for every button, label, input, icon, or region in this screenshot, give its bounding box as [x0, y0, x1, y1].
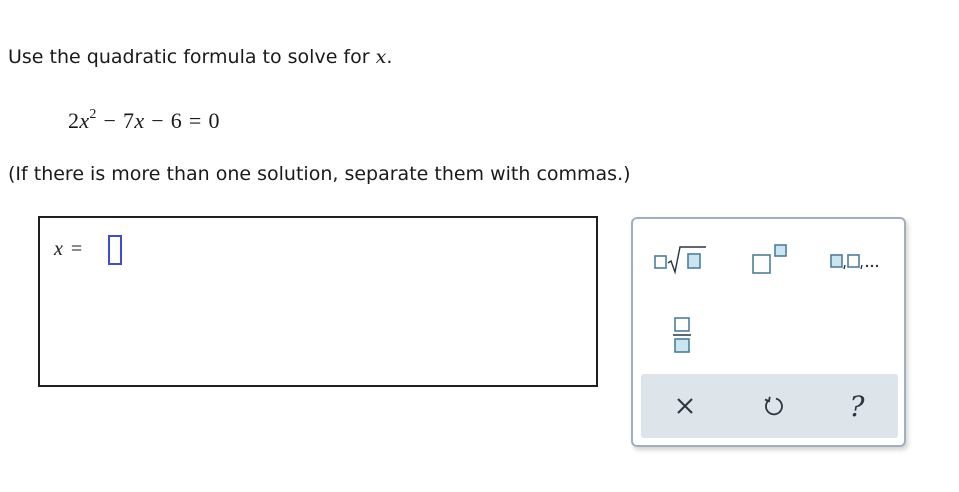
instruction-variable: x — [375, 46, 387, 68]
equation-variable: x — [134, 108, 145, 133]
palette-action-bar: ? — [641, 374, 898, 438]
answer-variable: x — [54, 238, 63, 260]
right-hand-side: 0 — [208, 108, 220, 133]
answer-equals: = — [70, 238, 83, 260]
constant-term: 6 — [170, 108, 183, 133]
equals-sign: = — [188, 108, 202, 133]
minus-sign: − — [151, 108, 164, 133]
math-palette: ? — [631, 217, 906, 447]
instruction-text: Use the quadratic formula to solve for — [8, 46, 376, 68]
nth-root-icon — [654, 246, 706, 275]
undo-button[interactable] — [743, 374, 803, 438]
undo-icon — [764, 396, 783, 416]
answer-input[interactable] — [108, 235, 122, 265]
x-icon — [677, 398, 693, 414]
fraction-icon — [673, 317, 691, 353]
clear-button[interactable] — [655, 374, 715, 438]
help-button[interactable]: ? — [827, 374, 887, 438]
coefficient-b: 7 — [123, 108, 135, 133]
equation-exponent: 2 — [89, 107, 97, 122]
superscript-icon — [752, 244, 787, 274]
help-icon: ? — [849, 389, 865, 423]
superscript-button[interactable] — [751, 243, 793, 275]
minus-sign: − — [103, 108, 117, 133]
list-button[interactable] — [829, 247, 889, 273]
fraction-button[interactable] — [671, 315, 693, 355]
equation-variable: x — [79, 108, 90, 133]
answer-label: x = — [54, 238, 82, 261]
nth-root-button[interactable] — [653, 243, 707, 275]
answer-box[interactable]: x = — [38, 216, 598, 387]
instruction-end: . — [386, 46, 393, 68]
question-page: Use the quadratic formula to solve for x… — [0, 0, 959, 492]
coefficient-a: 2 — [68, 108, 80, 133]
question-instruction: Use the quadratic formula to solve for x… — [8, 46, 392, 68]
list-icon — [830, 254, 879, 270]
quadratic-equation: 2x2 − 7x − 6 = 0 — [68, 108, 220, 134]
question-hint: (If there is more than one solution, sep… — [8, 163, 631, 185]
